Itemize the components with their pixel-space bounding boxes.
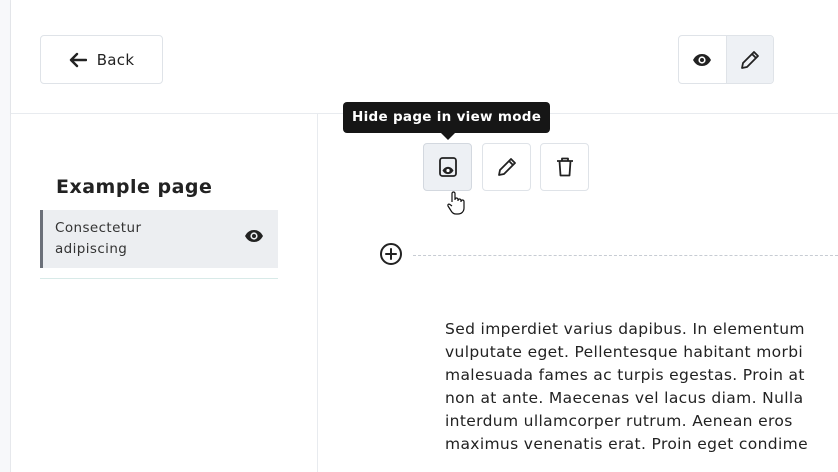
sidebar-item-consectetur[interactable]: Consectetur adipiscing	[40, 210, 278, 268]
window-left-edge	[0, 0, 11, 472]
edit-mode-button[interactable]	[725, 36, 773, 83]
add-block-icon[interactable]	[379, 242, 403, 266]
eye-icon[interactable]	[244, 229, 264, 243]
hide-in-view-button[interactable]	[423, 143, 472, 191]
text-line: non at ante. Maecenas vel lacus diam. Nu…	[445, 389, 804, 407]
sidebar-item-label: Consectetur adipiscing	[55, 220, 142, 257]
text-line: Sed imperdiet varius dapibus. In element…	[445, 320, 805, 338]
eye-icon	[693, 53, 712, 66]
sidebar: Example page Consectetur adipiscing	[11, 114, 318, 472]
sidebar-divider	[40, 278, 278, 279]
back-button[interactable]: Back	[40, 35, 163, 84]
main-content: Hide page in view mode Sed imperdiet var…	[318, 102, 838, 472]
top-bar: Back	[11, 0, 838, 114]
edit-button[interactable]	[482, 143, 531, 191]
delete-button[interactable]	[540, 143, 589, 191]
block-separator	[413, 255, 838, 256]
page-title: Example page	[56, 176, 213, 198]
paragraph-block[interactable]: Sed imperdiet varius dapibus. In element…	[445, 318, 838, 456]
tooltip: Hide page in view mode	[343, 102, 551, 133]
arrow-left-icon	[69, 52, 87, 67]
view-mode-button[interactable]	[679, 36, 726, 83]
back-label: Back	[96, 50, 135, 69]
pencil-icon	[497, 158, 516, 176]
trash-icon	[556, 157, 573, 177]
mode-toggle	[678, 35, 774, 84]
pencil-icon	[740, 50, 759, 69]
text-line: interdum ullamcorper rutrum. Aenean eros	[445, 412, 793, 430]
eye-off-page-icon	[438, 157, 457, 177]
text-line: vulputate eget. Pellentesque habitant mo…	[445, 343, 804, 361]
text-line: maximus venenatis erat. Proin eget condi…	[445, 435, 808, 453]
hand-cursor-icon	[447, 191, 465, 215]
text-line: malesuada fames ac turpis egestas. Proin…	[445, 366, 805, 384]
tooltip-arrow	[441, 133, 455, 140]
